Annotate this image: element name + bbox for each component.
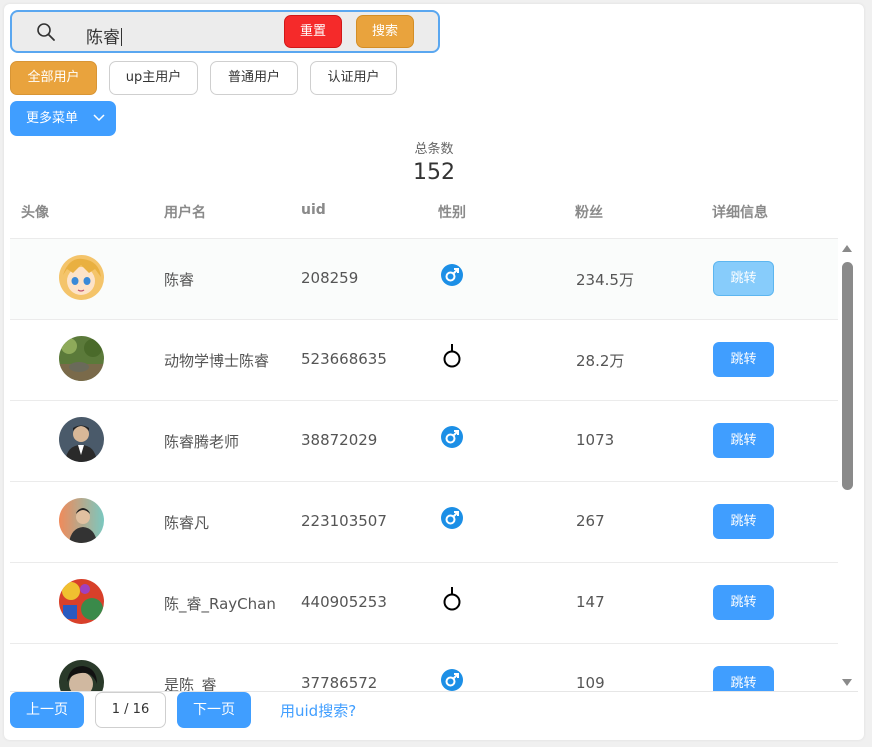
user-table-body[interactable]: 陈睿 208259 234.5万 跳转 动物学博士陈睿 523668635 28…: [10, 239, 838, 691]
chevron-down-icon: [93, 114, 105, 122]
table-row: 陈睿凡 223103507 267 跳转: [10, 482, 838, 563]
filter-normal-users[interactable]: 普通用户: [210, 61, 298, 95]
table-row: 陈睿 208259 234.5万 跳转: [10, 239, 838, 320]
avatar: [59, 336, 104, 381]
column-avatar: 头像: [21, 205, 49, 221]
male-icon: [441, 264, 463, 286]
filter-verified-users[interactable]: 认证用户: [310, 61, 397, 95]
filter-all-users[interactable]: 全部用户: [10, 61, 97, 95]
table-row: 陈_睿_RayChan 440905253 147 跳转: [10, 563, 838, 644]
avatar: [59, 660, 104, 691]
scroll-up-arrow-icon[interactable]: [841, 244, 853, 253]
fans-count: 1073: [576, 431, 615, 449]
male-icon: [441, 507, 463, 529]
column-details: 详细信息: [712, 205, 768, 221]
uid: 37786572: [301, 674, 378, 691]
search-bar[interactable]: 陈睿 重置 搜索: [10, 10, 440, 53]
uid: 440905253: [301, 593, 387, 611]
username: 陈睿: [164, 271, 195, 289]
male-icon: [441, 426, 463, 448]
search-input[interactable]: 陈睿: [86, 23, 122, 48]
fans-count: 234.5万: [576, 271, 634, 289]
fans-count: 28.2万: [576, 352, 625, 370]
jump-button[interactable]: 跳转: [713, 423, 774, 458]
table-row: 陈睿腾老师 38872029 1073 跳转: [10, 401, 838, 482]
uid: 223103507: [301, 512, 387, 530]
username: 是陈_睿: [164, 676, 217, 691]
more-menu-label: 更多菜单: [26, 111, 79, 126]
username: 陈睿凡: [164, 514, 210, 532]
scroll-down-arrow-icon[interactable]: [841, 678, 853, 687]
male-icon: [441, 669, 463, 691]
column-username: 用户名: [164, 205, 206, 221]
table-row: 是陈_睿 37786572 109 跳转: [10, 644, 838, 691]
uid: 523668635: [301, 350, 387, 368]
username: 陈_睿_RayChan: [164, 595, 276, 613]
avatar: [59, 255, 104, 300]
jump-button[interactable]: 跳转: [713, 261, 774, 296]
total-count-value: 152: [413, 160, 455, 185]
next-page-button[interactable]: 下一页: [177, 692, 251, 728]
table-row: 动物学博士陈睿 523668635 28.2万 跳转: [10, 320, 838, 401]
jump-button[interactable]: 跳转: [713, 585, 774, 620]
column-uid: uid: [301, 202, 326, 218]
fans-count: 109: [576, 674, 605, 691]
reset-button[interactable]: 重置: [284, 15, 342, 48]
column-gender: 性别: [438, 205, 466, 221]
column-fans: 粉丝: [575, 205, 603, 221]
avatar: [59, 417, 104, 462]
fans-count: 267: [576, 512, 605, 530]
search-icon: [37, 23, 55, 41]
uid: 208259: [301, 269, 359, 287]
unknown-gender-icon: [443, 344, 461, 368]
username: 陈睿腾老师: [164, 433, 240, 451]
total-count-label: 总条数: [414, 142, 454, 157]
prev-page-button[interactable]: 上一页: [10, 692, 84, 728]
jump-button[interactable]: 跳转: [713, 666, 774, 691]
username: 动物学博士陈睿: [164, 352, 270, 370]
jump-button[interactable]: 跳转: [713, 504, 774, 539]
avatar: [59, 498, 104, 543]
more-menu-button[interactable]: 更多菜单: [10, 101, 116, 136]
unknown-gender-icon: [443, 587, 461, 611]
page-indicator: 1 / 16: [95, 692, 166, 728]
jump-button[interactable]: 跳转: [713, 342, 774, 377]
uid: 38872029: [301, 431, 378, 449]
fans-count: 147: [576, 593, 605, 611]
uid-search-link[interactable]: 用uid搜索?: [280, 700, 356, 721]
avatar: [59, 579, 104, 624]
search-button[interactable]: 搜索: [356, 15, 414, 48]
user-search-panel: 陈睿 重置 搜索 全部用户 up主用户 普通用户 认证用户 更多菜单 总条数 1…: [4, 4, 864, 740]
filter-up-users[interactable]: up主用户: [109, 61, 198, 95]
scrollbar-thumb[interactable]: [842, 262, 853, 490]
